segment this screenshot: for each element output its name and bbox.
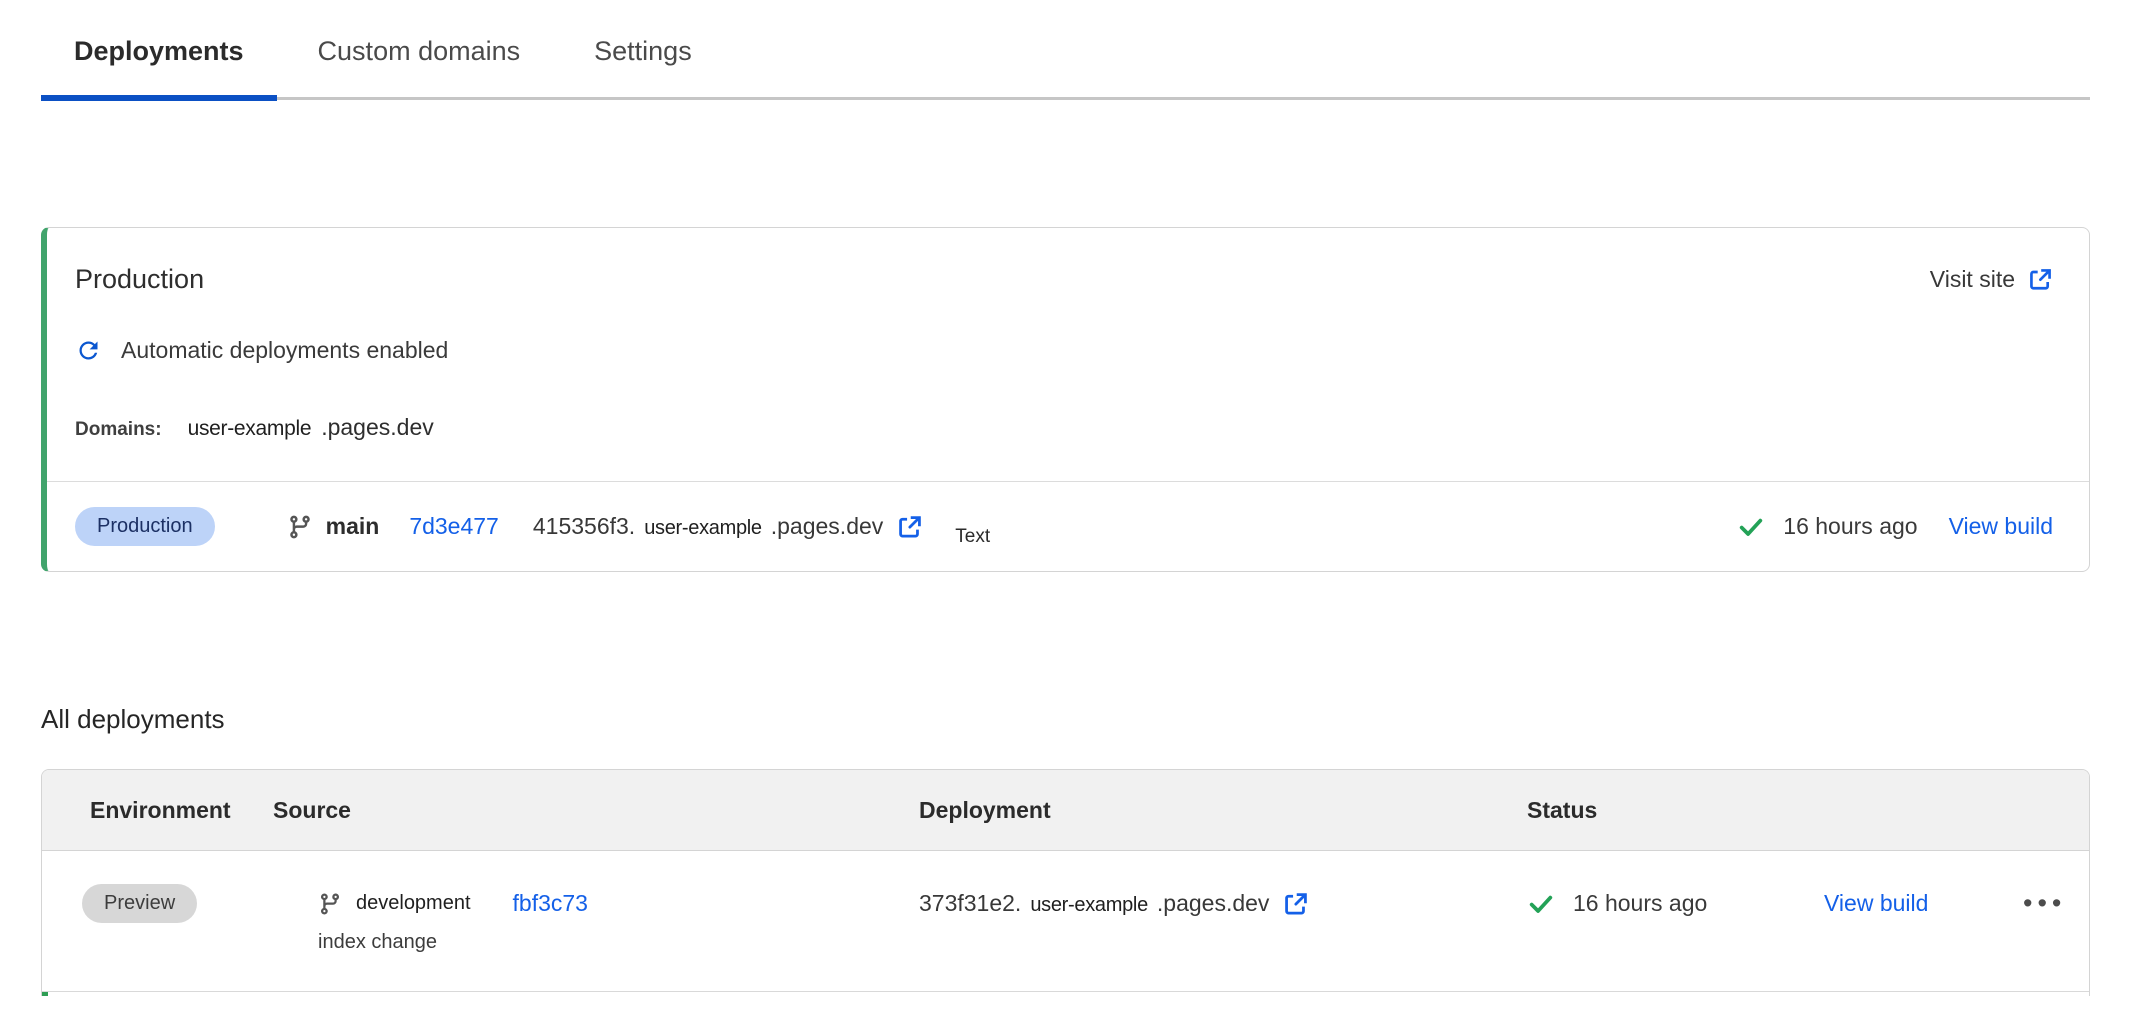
column-header-deployment: Deployment — [919, 797, 1527, 824]
deployments-table: Environment Source Deployment Status Pre… — [41, 769, 2090, 996]
visit-site-label: Visit site — [1930, 266, 2015, 293]
deployment-url-prefix: 415356f3. — [533, 513, 635, 540]
view-build-link[interactable]: View build — [1824, 890, 1928, 917]
column-header-status: Status — [1527, 797, 2089, 824]
tab-bar: Deployments Custom domains Settings — [41, 0, 2090, 100]
auto-deploy-text: Automatic deployments enabled — [121, 337, 448, 364]
environment-badge-preview: Preview — [82, 884, 197, 923]
tab-settings[interactable]: Settings — [561, 0, 725, 97]
tab-deployments[interactable]: Deployments — [41, 0, 277, 97]
more-options-menu-icon[interactable]: ••• — [2023, 884, 2066, 923]
deployment-url-prefix: 373f31e2. — [919, 890, 1021, 917]
tab-custom-domains[interactable]: Custom domains — [285, 0, 554, 97]
git-branch-icon — [318, 892, 342, 916]
commit-link[interactable]: fbf3c73 — [513, 890, 588, 917]
production-card: Production Visit site Automatic deploym — [41, 227, 2090, 572]
success-check-icon — [1737, 513, 1765, 541]
domains-label: Domains: — [75, 419, 162, 441]
deployment-url-suffix: .pages.dev — [1157, 890, 1270, 917]
deployment-url-suffix: .pages.dev — [771, 513, 884, 540]
visit-site-link[interactable]: Visit site — [1930, 266, 2053, 293]
table-row: Preview development fbf3c73 index change… — [42, 851, 2089, 992]
external-link-icon[interactable] — [1283, 891, 1309, 917]
table-header-row: Environment Source Deployment Status — [42, 770, 2089, 851]
production-card-title: Production — [75, 264, 204, 295]
success-check-icon — [1527, 890, 1555, 918]
branch-name: main — [326, 513, 380, 540]
git-branch-icon — [287, 514, 313, 540]
all-deployments-title: All deployments — [41, 704, 2132, 735]
next-row-indicator — [42, 992, 2089, 996]
deployment-time: 16 hours ago — [1573, 890, 1707, 917]
column-header-source: Source — [273, 797, 919, 824]
external-link-icon[interactable] — [897, 514, 923, 540]
deployment-url-name: user-example — [644, 517, 762, 540]
refresh-icon — [75, 337, 102, 364]
tooltip-text: Text — [955, 526, 990, 548]
environment-badge-production: Production — [75, 507, 215, 546]
deployment-time: 16 hours ago — [1783, 513, 1917, 540]
domain-suffix: .pages.dev — [321, 414, 434, 441]
domain-name: user-example — [188, 417, 312, 441]
deployment-url: 415356f3. user-example .pages.dev — [533, 513, 923, 540]
commit-link[interactable]: 7d3e477 — [409, 513, 499, 540]
column-header-environment: Environment — [42, 797, 273, 824]
external-link-icon — [2028, 267, 2053, 292]
deployment-url-name: user-example — [1030, 894, 1148, 917]
deployment-url: 373f31e2. user-example .pages.dev — [919, 890, 1309, 917]
branch-name: development — [356, 892, 471, 915]
commit-message: index change — [318, 931, 919, 954]
view-build-link[interactable]: View build — [1949, 513, 2053, 540]
production-deployment-row: Production main 7d3e477 415356f3. user-e… — [47, 481, 2089, 571]
